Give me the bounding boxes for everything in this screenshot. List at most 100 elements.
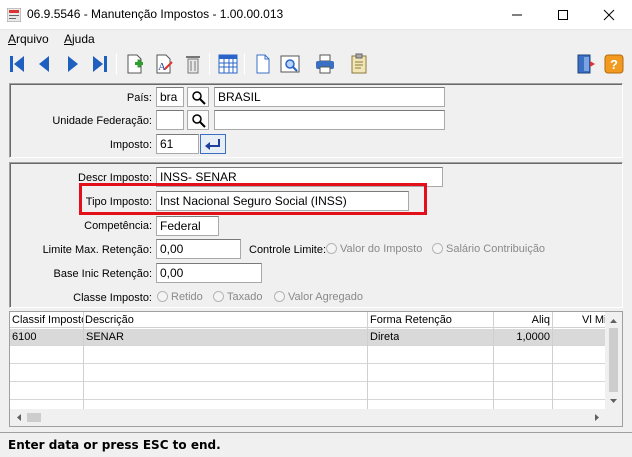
horizontal-scrollbar[interactable] [10,409,606,426]
uf-label: Unidade Federação: [52,115,152,127]
column-divider [83,312,84,410]
radio-valor-imposto[interactable]: Valor do Imposto [326,243,422,255]
clipboard-button[interactable] [346,51,372,77]
menu-ajuda-mnemonic: A [64,32,73,46]
toolbar: A ? [0,49,632,80]
competencia-label: Competência: [84,220,152,232]
radio-salario-contribuicao[interactable]: Salário Contribuição [432,243,545,255]
table-row[interactable] [10,383,606,400]
trash-icon [186,56,200,74]
cell-forma: Direta [370,331,400,343]
exit-door-icon [577,54,595,74]
radio-valor-agregado-label: Valor Agregado [288,291,364,303]
radio-valor-imposto-label: Valor do Imposto [340,243,423,255]
scroll-down-icon[interactable] [605,394,622,408]
pais-name-field[interactable]: BRASIL [214,87,445,107]
svg-text:A: A [158,61,166,73]
print-preview-icon [280,55,300,73]
edit-record-button[interactable]: A [151,51,177,77]
column-header[interactable]: Aliq [498,314,550,326]
radio-valor-agregado[interactable]: Valor Agregado [274,291,363,303]
menu-arquivo[interactable]: Arquivo [8,32,49,46]
imposto-field[interactable]: 61 [156,134,199,154]
radio-dot [274,291,285,302]
first-record-icon [10,56,24,72]
column-divider [552,312,553,410]
radio-taxado-label: Taxado [227,291,263,303]
column-header[interactable]: Forma Retenção [370,314,490,326]
maximize-button[interactable] [540,0,586,30]
grid-header: Classif Imposto Descrição Forma Retenção… [10,312,606,328]
horizontal-scroll-thumb[interactable] [27,413,41,422]
minimize-icon [512,14,522,16]
minimize-button[interactable] [494,0,540,30]
document-button[interactable] [250,51,276,77]
uf-code-field[interactable] [156,110,184,130]
last-record-button[interactable] [87,51,113,77]
limite-retencao-field[interactable]: 0,00 [156,239,241,259]
table-row[interactable]: 6100 SENAR Direta 1,0000 [10,329,606,346]
search-icon [192,114,206,128]
confirm-imposto-button[interactable] [200,134,226,154]
radio-taxado[interactable]: Taxado [213,291,262,303]
grid-icon [218,54,238,74]
scrollbar-corner [605,409,622,426]
competencia-field[interactable]: Federal [156,216,219,236]
cell-descricao: SENAR [86,331,124,343]
column-header[interactable]: Classif Imposto [12,314,84,326]
table-row[interactable] [10,365,606,382]
radio-dot [213,291,224,302]
cell-classif: 6100 [12,331,37,343]
vertical-scroll-thumb[interactable] [609,328,618,392]
close-button[interactable] [586,0,632,30]
new-record-button[interactable] [122,51,148,77]
previous-record-button[interactable] [31,51,57,77]
taxes-grid[interactable]: Classif Imposto Descrição Forma Retenção… [9,311,623,427]
app-icon [6,7,22,23]
toolbar-separator [116,53,117,75]
menu-ajuda[interactable]: Ajuda [64,32,95,46]
pais-label: País: [126,92,152,104]
printer-icon [316,54,334,74]
scroll-right-icon[interactable] [590,409,604,426]
next-record-button[interactable] [60,51,86,77]
first-record-button[interactable] [4,51,30,77]
exit-button[interactable] [573,51,599,77]
window-title: 06.9.5546 - Manutenção Impostos - 1.00.0… [27,7,284,21]
search-icon [192,91,206,105]
pais-lookup-button[interactable] [187,87,209,107]
column-header[interactable]: Descrição [85,314,365,326]
document-icon [256,54,270,74]
column-divider [367,312,368,410]
base-inic-label: Base Inic Retenção: [53,268,152,280]
print-button[interactable] [312,51,338,77]
scroll-up-icon[interactable] [605,314,622,328]
table-row[interactable] [10,347,606,364]
help-button[interactable]: ? [601,51,627,77]
radio-dot [432,243,443,254]
menu-arquivo-label: rquivo [16,32,49,46]
grid-view-button[interactable] [215,51,241,77]
cell-aliq: 1,0000 [516,331,550,343]
controle-limite-label: Controle Limite: [249,244,327,256]
highlight-box [79,183,427,215]
delete-record-button[interactable] [180,51,206,77]
radio-salario-contribuicao-label: Salário Contribuição [446,243,546,255]
clipboard-icon [351,53,367,74]
column-header[interactable]: Vl Min [582,314,606,326]
column-divider [493,312,494,410]
uf-lookup-button[interactable] [187,110,209,130]
radio-retido-label: Retido [171,291,203,303]
radio-dot [326,243,337,254]
edit-text-icon: A [156,54,173,74]
scroll-left-icon[interactable] [12,409,26,426]
vertical-scrollbar[interactable] [605,312,622,410]
uf-name-field[interactable] [214,110,445,130]
previous-record-icon [39,56,49,72]
base-inic-field[interactable]: 0,00 [156,263,262,283]
last-record-icon [93,56,107,72]
pais-code-field[interactable]: bra [156,87,184,107]
radio-retido[interactable]: Retido [157,291,203,303]
limite-retencao-label: Limite Max. Retenção: [42,244,152,256]
preview-button[interactable] [277,51,303,77]
